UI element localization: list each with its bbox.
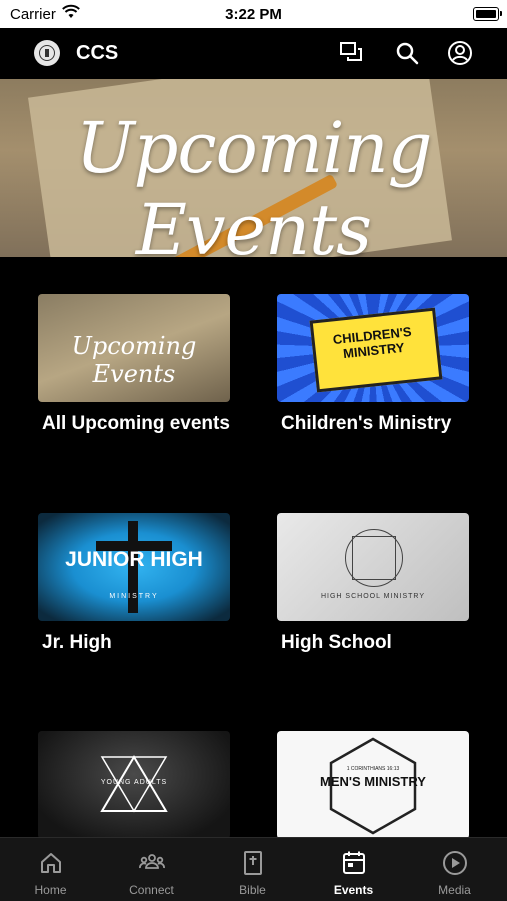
search-icon[interactable] — [394, 40, 420, 66]
thumb-subtext: 1 CORINTHIANS 16:13 — [346, 766, 400, 772]
card-thumbnail[interactable]: JUNIOR HIGH MINISTRY — [38, 513, 230, 621]
hero-banner: Upcoming Events — [0, 79, 507, 257]
church-logo-icon[interactable] — [34, 40, 60, 66]
hero-title: Upcoming Events — [75, 107, 433, 257]
tab-label: Media — [438, 883, 471, 897]
thumb-subtext: MINISTRY — [109, 593, 159, 600]
tab-bible[interactable]: Bible — [202, 838, 303, 901]
battery-icon — [473, 7, 502, 21]
tab-connect[interactable]: Connect — [101, 838, 202, 901]
thumb-text: HIGH SCHOOL MINISTRY — [320, 593, 425, 600]
thumb-text: Upcoming Events — [71, 332, 197, 388]
thumb-text: YOUNG ADULTS — [100, 779, 168, 786]
bottom-tab-bar: Home Connect Bible Events Media — [0, 837, 507, 901]
thumb-text: JUNIOR HIGH — [65, 548, 203, 571]
card-thumbnail[interactable]: 1 CORINTHIANS 16:13 MEN'S MINISTRY — [277, 731, 469, 839]
clock: 3:22 PM — [225, 6, 282, 23]
account-icon[interactable] — [447, 40, 473, 66]
card-thumbnail[interactable]: CHILDREN'S MINISTRY — [277, 294, 469, 402]
tab-events[interactable]: Events — [303, 838, 404, 901]
bible-icon — [244, 851, 262, 875]
tab-label: Connect — [129, 883, 174, 897]
tab-label: Home — [34, 883, 67, 897]
card-label: Children's Ministry — [281, 413, 452, 434]
app-title: CCS — [76, 42, 119, 64]
status-bar: Carrier 3:22 PM — [0, 0, 507, 28]
thumb-text: MEN'S MINISTRY — [320, 774, 426, 789]
card-thumbnail[interactable]: HIGH SCHOOL MINISTRY — [277, 513, 469, 621]
card-thumbnail[interactable]: Upcoming Events — [38, 294, 230, 402]
card-thumbnail[interactable]: YOUNG ADULTS — [38, 731, 230, 839]
card-label: High School — [281, 632, 392, 653]
calendar-icon — [343, 851, 365, 874]
play-icon — [443, 851, 467, 875]
chat-icon[interactable] — [339, 40, 365, 66]
tab-label: Bible — [239, 883, 266, 897]
people-icon — [139, 854, 165, 869]
card-label: All Upcoming events — [42, 413, 230, 434]
card-label: Jr. High — [42, 632, 112, 653]
home-icon — [41, 853, 61, 873]
tab-media[interactable]: Media — [404, 838, 505, 901]
emblem-square — [352, 536, 396, 580]
tab-label: Events — [333, 883, 374, 897]
top-navigation-bar: CCS — [0, 28, 507, 78]
tab-home[interactable]: Home — [0, 838, 101, 901]
